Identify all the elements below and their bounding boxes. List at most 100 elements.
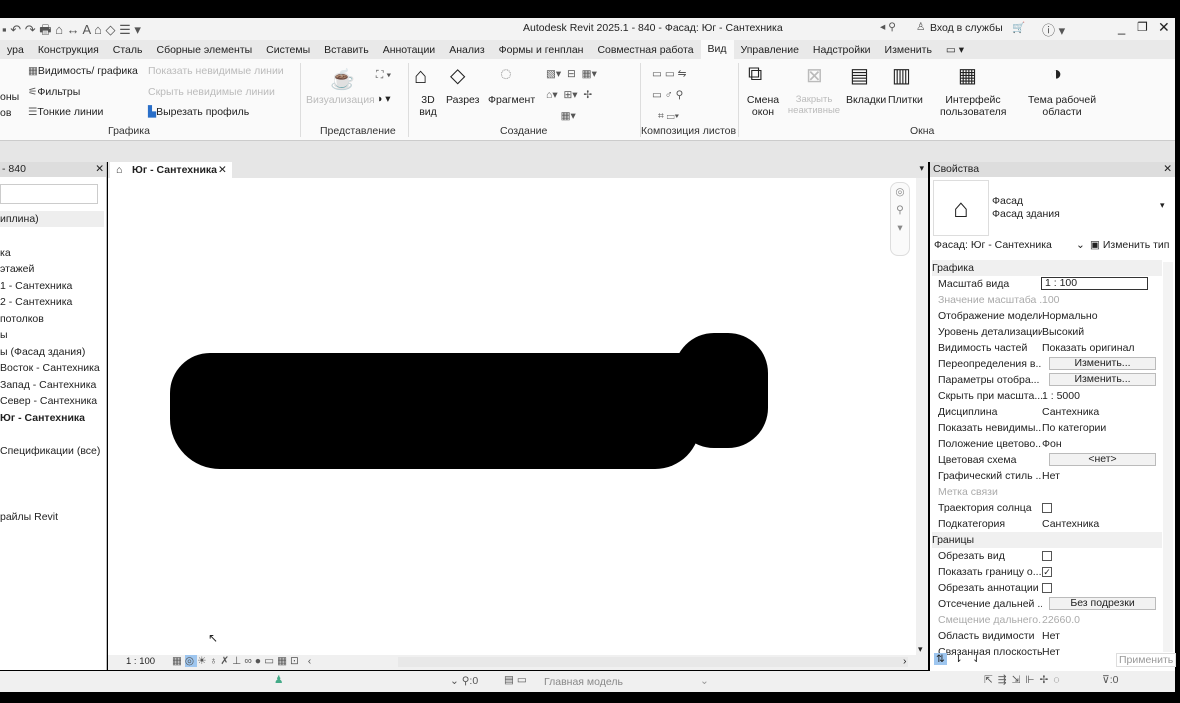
user-interface-button[interactable]: Интерфейс пользователя — [940, 94, 1007, 118]
scroll-down-icon[interactable]: ▾ — [918, 644, 923, 655]
view-control-icons[interactable]: ▦◎☀♁✗⊥∞●▭▦⊡ ‹ — [172, 655, 314, 667]
restore-button[interactable]: ❐ — [1137, 20, 1148, 34]
minimize-button[interactable]: _ — [1118, 20, 1125, 35]
filters-button[interactable]: ⚟ Фильтры — [28, 86, 80, 98]
ribbon-cut-label-1[interactable]: оны — [0, 91, 19, 103]
render-cloud-icon[interactable]: ◑ ▾ — [376, 93, 391, 105]
tab-manage[interactable]: Управление — [734, 44, 806, 56]
vertical-scrollbar[interactable]: ▾ — [916, 178, 928, 655]
tab-massing[interactable]: Формы и генплан — [492, 44, 591, 56]
sign-in-button[interactable]: Вход в службы — [930, 22, 1003, 34]
tab-precast[interactable]: Сборные элементы — [149, 44, 259, 56]
browser-item[interactable]: ы (Фасад здания) — [0, 346, 85, 358]
model-dropdown-icon[interactable]: ⌄ — [700, 675, 709, 687]
hide-hidden-lines-button[interactable]: Скрыть невидимые линии — [148, 86, 275, 98]
3d-view-button[interactable]: 3D вид — [417, 94, 439, 118]
sheet-small-icons[interactable]: ▭ ▭ ⇋ ▭ ♂ ⚲ ⌗ ▭▾ — [652, 64, 686, 127]
browser-item[interactable]: ы — [0, 329, 8, 341]
horizontal-scrollbar[interactable] — [398, 657, 908, 667]
browser-item-active[interactable]: Юг - Сантехника — [0, 412, 85, 424]
ribbon-cut-label-2[interactable]: ов — [0, 107, 11, 119]
browser-item[interactable]: ка — [0, 247, 11, 259]
property-edit-button[interactable]: Изменить... — [1049, 357, 1156, 370]
tab-views-button[interactable]: Вкладки — [846, 94, 886, 106]
section-button[interactable]: Разрез — [446, 94, 479, 106]
render-button[interactable]: Визуализация — [306, 94, 375, 106]
close-icon[interactable]: ✕ — [95, 162, 104, 177]
property-checkbox[interactable] — [1042, 583, 1052, 593]
sort-descending-icon[interactable]: ⇃ — [972, 653, 981, 665]
tab-insert[interactable]: Вставить — [317, 44, 376, 56]
edit-type-button[interactable]: ▣ Изменить тип — [1090, 239, 1169, 251]
browser-item[interactable]: Север - Сантехника — [0, 395, 97, 407]
browser-item[interactable]: 2 - Сантехника — [0, 296, 72, 308]
browser-item[interactable]: Восток - Сантехника — [0, 362, 100, 374]
type-selector-dropdown[interactable]: ▾ — [1160, 200, 1165, 211]
browser-item[interactable]: 1 - Сантехника — [0, 280, 72, 292]
tab-dropdown-icon[interactable]: ▾ — [919, 163, 924, 174]
tile-views-button[interactable]: Плитки — [888, 94, 923, 106]
create-small-icons[interactable]: ▧▾ ⊟ ▦▾ ⌂▾ ⊞▾ ✢ ▦▾ — [546, 64, 597, 127]
tab-addins[interactable]: Надстройки — [806, 44, 878, 56]
property-checkbox[interactable]: ✓ — [1042, 567, 1052, 577]
browser-item[interactable]: этажей — [0, 263, 34, 275]
search-icon[interactable]: ◂ ⚲ — [880, 21, 896, 33]
view-scale[interactable]: 1 : 100 — [126, 656, 155, 667]
property-row: Переопределения в... Изменить... — [938, 356, 1158, 372]
browser-search-input[interactable] — [0, 184, 98, 204]
property-checkbox[interactable] — [1042, 503, 1052, 513]
tab-analyze[interactable]: Анализ — [442, 44, 491, 56]
properties-scrollbar[interactable] — [1163, 262, 1173, 652]
tab-steel[interactable]: Сталь — [106, 44, 150, 56]
cut-profile-button[interactable]: ▙ Вырезать профиль — [148, 106, 249, 118]
apply-button[interactable]: Применить — [1116, 653, 1177, 667]
thin-lines-button[interactable]: ☰ Тонкие линии — [28, 106, 103, 118]
cart-icon[interactable]: 🛒 — [1012, 21, 1025, 34]
tab-modify[interactable]: Изменить — [878, 44, 939, 56]
property-edit-button[interactable]: Без подрезки — [1049, 597, 1156, 610]
browser-item[interactable]: потолков — [0, 313, 44, 325]
main-model-select[interactable]: Главная модель — [544, 676, 623, 688]
scroll-right-icon[interactable]: › — [903, 655, 907, 667]
close-inactive-button[interactable]: Закрыть неактивные — [786, 94, 842, 116]
navigation-bar[interactable]: ◎ ⚲ ▾ — [890, 182, 910, 256]
close-tab-icon[interactable]: ✕ — [218, 162, 227, 179]
browser-item[interactable]: Запад - Сантехника — [0, 379, 96, 391]
property-group-header[interactable]: Границы — [932, 532, 1162, 548]
visibility-graphics-button[interactable]: ▦ Видимость/ графика — [28, 65, 138, 77]
browser-item[interactable]: райлы Revit — [0, 511, 58, 523]
tab-annotate[interactable]: Аннотации — [376, 44, 443, 56]
sort-ascending-icon[interactable]: ⇂ — [954, 653, 963, 665]
workspace-theme-button[interactable]: Тема рабочей области — [1020, 94, 1104, 118]
render-gallery-icon[interactable]: ⛶ ▾ — [376, 69, 391, 82]
browser-item[interactable]: иплина) — [0, 211, 104, 227]
close-icon[interactable]: ✕ — [1163, 162, 1172, 177]
panel-toggle-icon[interactable]: ▭ ▾ — [939, 44, 971, 56]
design-options-icon[interactable]: ⌄ ⚲:0 — [450, 675, 478, 687]
property-checkbox[interactable] — [1042, 551, 1052, 561]
property-edit-button[interactable]: <нет> — [1049, 453, 1156, 466]
help-icon[interactable]: ⓘ ▾ — [1042, 20, 1065, 39]
close-button[interactable]: ✕ — [1158, 19, 1170, 36]
property-group-header[interactable]: Графика — [932, 260, 1162, 276]
tab-systems[interactable]: Системы — [259, 44, 317, 56]
filter-icon[interactable]: ⊽:0 — [1102, 674, 1118, 686]
doc-tab-south[interactable]: ⌂ Юг - Сантехника ✕ — [110, 162, 232, 179]
property-edit-button[interactable]: Изменить... — [1049, 373, 1156, 386]
categorized-sort-icon[interactable]: ⇅ — [934, 653, 947, 665]
browser-item[interactable]: Спецификации (все) — [0, 445, 100, 457]
callout-button[interactable]: Фрагмент — [488, 94, 535, 106]
view-scale-input[interactable]: 1 : 100 — [1041, 277, 1148, 290]
selection-settings-icons[interactable]: ⇱⇶⇲⊩✢◌ — [984, 674, 1065, 686]
tab-collaborate[interactable]: Совместная работа — [590, 44, 700, 56]
show-hidden-lines-button[interactable]: Показать невидимые линии — [148, 65, 284, 77]
tab-view[interactable]: Вид — [700, 40, 734, 59]
drawing-canvas[interactable]: ◎ ⚲ ▾ ↖ — [108, 178, 916, 655]
worksets-icon[interactable]: ♟ — [274, 674, 283, 686]
instance-selector[interactable]: Фасад: Юг - Сантехника — [934, 239, 1052, 251]
chevron-down-icon[interactable]: ⌄ — [1076, 239, 1085, 251]
tab-architecture[interactable]: ура — [0, 44, 31, 56]
switch-windows-button[interactable]: Смена окон — [746, 94, 780, 118]
tab-structure[interactable]: Конструкция — [31, 44, 106, 56]
property-name: Графический стиль ... — [938, 470, 1042, 482]
